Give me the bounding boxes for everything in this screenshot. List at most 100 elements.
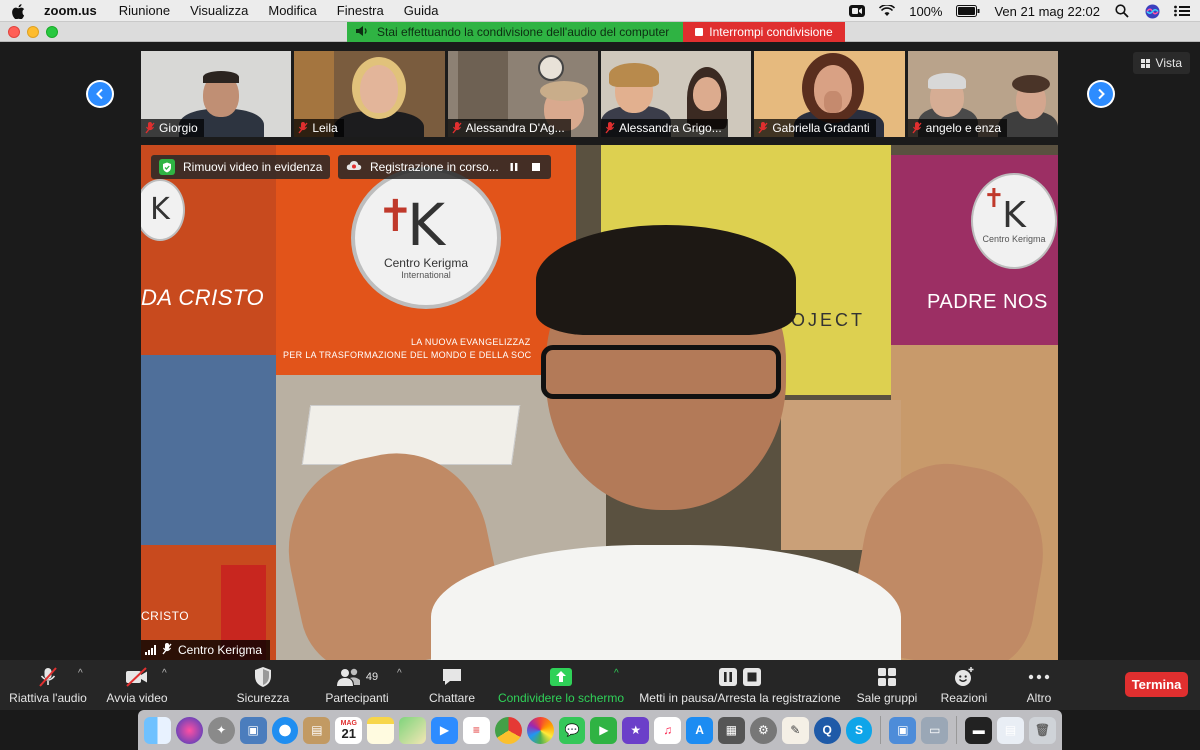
calculator-icon[interactable]: ▦: [718, 716, 745, 744]
video-options-chevron-icon[interactable]: ^: [162, 668, 167, 679]
chevron-right-icon: [1089, 82, 1113, 106]
shield-check-icon: [159, 159, 175, 175]
remove-spotlight-label: Rimuovi video in evidenza: [183, 160, 323, 174]
wifi-icon[interactable]: [879, 4, 896, 18]
chrome-icon[interactable]: [494, 716, 522, 744]
previous-page-button[interactable]: [86, 80, 114, 108]
photos-preview-icon[interactable]: ▣: [239, 716, 267, 744]
participant-tile[interactable]: Alessandra D'Ag...: [447, 51, 598, 137]
audio-sharing-status: Stai effettuando la condivisione dell'au…: [347, 22, 684, 42]
end-meeting-button[interactable]: Termina: [1125, 672, 1188, 697]
system-preferences-icon[interactable]: ⚙: [749, 716, 777, 744]
recording-label: Registrazione in corso...: [370, 160, 499, 174]
participant-tile[interactable]: Gabriella Gradanti: [754, 51, 905, 137]
banner-text-padre-nos: PADRE NOS: [927, 291, 1048, 313]
reminders-icon[interactable]: ≡: [462, 716, 490, 744]
view-button-label: Vista: [1155, 56, 1182, 70]
menu-modifica[interactable]: Modifica: [268, 3, 316, 18]
reactions-button[interactable]: Reazioni: [936, 660, 992, 710]
share-screen-icon: [549, 666, 573, 688]
spotlight-search-icon[interactable]: [1114, 4, 1130, 18]
zoom-dock-icon[interactable]: ▶: [431, 716, 458, 744]
menu-visualizza[interactable]: Visualizza: [190, 3, 248, 18]
chevron-left-icon: [88, 82, 112, 106]
banner-text-cristo: CRISTO: [141, 609, 190, 623]
notes-icon[interactable]: [367, 716, 395, 744]
preview-icon[interactable]: ▣: [889, 716, 917, 744]
siri-dock-icon[interactable]: [175, 716, 203, 744]
speaker-name: Centro Kerigma: [178, 643, 263, 657]
stop-share-button[interactable]: Interrompi condivisione: [683, 22, 845, 42]
menu-guida[interactable]: Guida: [404, 3, 439, 18]
notification-center-icon[interactable]: [1174, 4, 1190, 18]
participant-name-label: Alessandra Grigo...: [600, 119, 728, 137]
muted-mic-icon: [145, 122, 155, 134]
spotlight-video[interactable]: ✝ K Centro Kerigma International K ✝ K C…: [141, 145, 1058, 660]
chat-bubble-icon: [441, 666, 463, 688]
chat-button[interactable]: Chattare: [424, 660, 480, 710]
zoom-status-icon[interactable]: [849, 4, 866, 18]
unmute-button[interactable]: Riattiva l'audio: [8, 660, 88, 710]
trash-icon[interactable]: 🗑: [1029, 716, 1056, 744]
view-button[interactable]: Vista: [1132, 52, 1190, 74]
maps-icon[interactable]: [399, 716, 427, 744]
clock[interactable]: Ven 21 mag 22:02: [994, 4, 1100, 19]
banner-text-da-cristo: DA CRISTO: [141, 285, 265, 310]
facetime-icon[interactable]: ▶: [590, 716, 618, 744]
next-page-button[interactable]: [1087, 80, 1115, 108]
meeting-controls-toolbar: Riattiva l'audio ^ Avvia video ^ Sicurez…: [0, 660, 1200, 710]
textedit-icon[interactable]: ✎: [781, 716, 809, 744]
more-button[interactable]: Altro: [1014, 660, 1064, 710]
photos-icon[interactable]: [526, 716, 554, 744]
window-titlebar: Stai effettuando la condivisione dell'au…: [0, 22, 1200, 42]
skype-icon[interactable]: S: [845, 716, 873, 744]
muted-mic-icon: [298, 122, 308, 134]
image-capture-icon[interactable]: ▭: [921, 716, 949, 744]
stop-recording-icon[interactable]: [529, 160, 543, 174]
fullscreen-window-button[interactable]: [46, 26, 58, 38]
audio-options-chevron-icon[interactable]: ^: [78, 668, 83, 679]
siri-icon[interactable]: [1144, 4, 1160, 18]
safari-icon[interactable]: [271, 716, 299, 744]
participant-thumbnail-strip: Giorgio Leila Alessandra D'Ag... Alessan…: [141, 51, 1058, 137]
downloads-stack-icon[interactable]: ▤: [997, 716, 1025, 744]
imovie-icon[interactable]: ★: [622, 716, 650, 744]
calendar-icon[interactable]: MAG 21: [335, 716, 363, 744]
security-button[interactable]: Sicurezza: [232, 660, 294, 710]
stop-icon: [695, 28, 704, 36]
participant-tile[interactable]: Leila: [294, 51, 445, 137]
participants-button[interactable]: 49 Partecipanti: [322, 660, 392, 710]
launchpad-icon[interactable]: ✦: [207, 716, 235, 744]
apple-menu-icon[interactable]: [12, 3, 26, 19]
chat-label: Chattare: [428, 690, 476, 705]
remove-spotlight-button[interactable]: Rimuovi video in evidenza: [151, 155, 331, 179]
participants-count: 49: [365, 670, 379, 683]
quicktime-icon[interactable]: Q: [813, 716, 841, 744]
pause-stop-recording-button[interactable]: Metti in pausa/Arresta la registrazione: [638, 660, 842, 710]
participant-tile[interactable]: Giorgio: [141, 51, 292, 137]
macos-menubar: zoom.us Riunione Visualizza Modifica Fin…: [0, 0, 1200, 22]
participant-tile[interactable]: Alessandra Grigo...: [600, 51, 752, 137]
pause-stop-icons: [718, 666, 762, 688]
shield-icon: [253, 666, 273, 688]
screen-window-icon[interactable]: ▬: [965, 716, 993, 744]
share-screen-button[interactable]: Condividere lo schermo: [496, 660, 626, 710]
pause-recording-icon[interactable]: [507, 160, 521, 174]
app-store-icon[interactable]: A: [686, 716, 714, 744]
minimize-window-button[interactable]: [27, 26, 39, 38]
contacts-icon[interactable]: ▤: [303, 716, 331, 744]
centro-kerigma-logo-right: ✝ K Centro Kerigma: [971, 173, 1057, 269]
menu-riunione[interactable]: Riunione: [119, 3, 170, 18]
app-menu[interactable]: zoom.us: [44, 3, 97, 18]
breakout-rooms-button[interactable]: Sale gruppi: [854, 660, 920, 710]
messages-icon[interactable]: 💬: [558, 716, 586, 744]
battery-icon[interactable]: [956, 4, 980, 18]
menu-finestra[interactable]: Finestra: [337, 3, 384, 18]
finder-icon[interactable]: [144, 716, 171, 744]
participants-options-chevron-icon[interactable]: ^: [397, 668, 402, 679]
breakout-rooms-icon: [877, 666, 897, 688]
close-window-button[interactable]: [8, 26, 20, 38]
participant-tile[interactable]: angelo e enza: [907, 51, 1058, 137]
share-options-chevron-icon[interactable]: ^: [614, 668, 619, 679]
music-icon[interactable]: ♫: [654, 716, 682, 744]
